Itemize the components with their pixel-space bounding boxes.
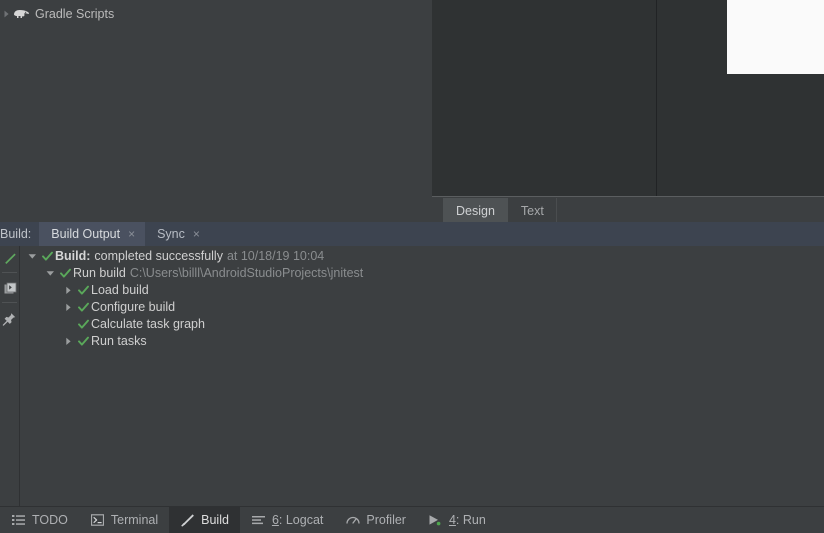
toolbar-divider xyxy=(2,272,17,273)
tab-sync-label: Sync xyxy=(157,227,185,241)
editor-design-area xyxy=(432,0,824,196)
build-tree-row[interactable]: Build: completed successfully at 10/18/1… xyxy=(25,248,324,265)
build-tree-row[interactable]: Run build C:\Users\billl\AndroidStudioPr… xyxy=(43,265,363,282)
build-row-label: Load build xyxy=(91,283,149,297)
build-tree-row[interactable]: Calculate task graph xyxy=(61,316,205,333)
build-row-label: completed successfully xyxy=(94,249,223,263)
build-row-label: Run tasks xyxy=(91,334,147,348)
status-item-profiler[interactable]: Profiler xyxy=(334,507,417,533)
build-output-body: Build: completed successfully at 10/18/1… xyxy=(0,246,824,506)
status-item-label: : Run xyxy=(455,513,486,527)
close-icon[interactable]: × xyxy=(128,228,135,240)
device-preview-surface[interactable] xyxy=(727,0,824,74)
tab-build-output-label: Build Output xyxy=(51,227,121,241)
gradle-elephant-icon xyxy=(12,6,30,22)
status-item-logcat[interactable]: 6 : Logcat xyxy=(240,507,334,533)
success-check-icon xyxy=(76,299,91,316)
status-item-todo[interactable]: TODO xyxy=(0,507,79,533)
status-item-label: Profiler xyxy=(366,513,406,527)
tab-build-output[interactable]: Build Output × xyxy=(39,222,146,246)
tab-text-label: Text xyxy=(520,203,544,218)
tab-design-label: Design xyxy=(456,203,495,218)
build-row-detail: C:\Users\billl\AndroidStudioProjects\jni… xyxy=(129,266,364,280)
success-check-icon xyxy=(76,282,91,299)
run-console-icon[interactable] xyxy=(0,278,19,300)
status-item-shortcut: 6 xyxy=(271,513,279,527)
expanded-arrow-icon[interactable] xyxy=(25,248,40,265)
collapsed-arrow-icon[interactable] xyxy=(61,333,76,350)
terminal-icon xyxy=(90,512,105,528)
android-studio-window: Gradle Scripts Design Text Build: Build … xyxy=(0,0,824,533)
success-check-icon xyxy=(76,316,91,333)
todo-list-icon xyxy=(11,512,26,528)
profiler-gauge-icon xyxy=(345,512,360,528)
tree-item-label: Gradle Scripts xyxy=(35,7,115,21)
build-side-toolbar xyxy=(0,246,20,506)
build-row-label: Run build xyxy=(73,266,126,280)
tree-item-gradle-scripts[interactable]: Gradle Scripts xyxy=(0,4,114,24)
run-play-icon xyxy=(428,512,443,528)
build-tree-row[interactable]: Configure build xyxy=(61,299,175,316)
build-tree-row[interactable]: Load build xyxy=(61,282,149,299)
collapsed-arrow-icon[interactable] xyxy=(0,4,12,24)
status-item-run[interactable]: 4 : Run xyxy=(417,507,497,533)
design-text-tab-strip: Design Text xyxy=(432,196,824,223)
status-item-shortcut: 4 xyxy=(448,513,456,527)
build-tree-row[interactable]: Run tasks xyxy=(61,333,147,350)
tab-text[interactable]: Text xyxy=(508,198,557,223)
build-row-status-label: Build: xyxy=(55,249,91,263)
design-canvas-left[interactable] xyxy=(432,0,656,196)
expanded-arrow-icon[interactable] xyxy=(43,265,58,282)
status-item-label: Terminal xyxy=(110,513,159,527)
build-row-detail: at 10/18/19 10:04 xyxy=(226,249,325,263)
toolbar-divider xyxy=(2,302,17,303)
collapsed-arrow-icon[interactable] xyxy=(61,282,76,299)
logcat-icon xyxy=(251,512,266,528)
build-row-label: Calculate task graph xyxy=(91,317,205,331)
build-toolwindow-header: Build: Build Output × Sync × xyxy=(0,222,824,246)
pin-icon[interactable] xyxy=(0,308,19,330)
design-tab-strip-filler xyxy=(556,198,824,223)
tab-design[interactable]: Design xyxy=(443,198,508,223)
project-tree-pane: Gradle Scripts xyxy=(0,0,432,222)
collapsed-arrow-icon[interactable] xyxy=(61,299,76,316)
success-check-icon xyxy=(58,265,73,282)
build-hammer-icon xyxy=(180,512,195,528)
build-result-tree: Build: completed successfully at 10/18/1… xyxy=(21,246,824,506)
build-window-title: Build: xyxy=(0,227,32,241)
status-item-build[interactable]: Build xyxy=(169,507,240,533)
build-row-label: Configure build xyxy=(91,300,176,314)
bottom-status-bar: TODO Terminal Build 6: Logcat Profiler … xyxy=(0,506,824,533)
status-item-label: TODO xyxy=(32,513,68,527)
build-hammer-icon[interactable] xyxy=(0,248,19,270)
status-item-label: Build xyxy=(201,513,229,527)
tab-sync[interactable]: Sync × xyxy=(145,222,210,246)
status-item-terminal[interactable]: Terminal xyxy=(79,507,169,533)
status-item-label: : Logcat xyxy=(278,513,324,527)
close-icon[interactable]: × xyxy=(193,228,200,240)
success-check-icon xyxy=(40,248,55,265)
success-check-icon xyxy=(76,333,91,350)
